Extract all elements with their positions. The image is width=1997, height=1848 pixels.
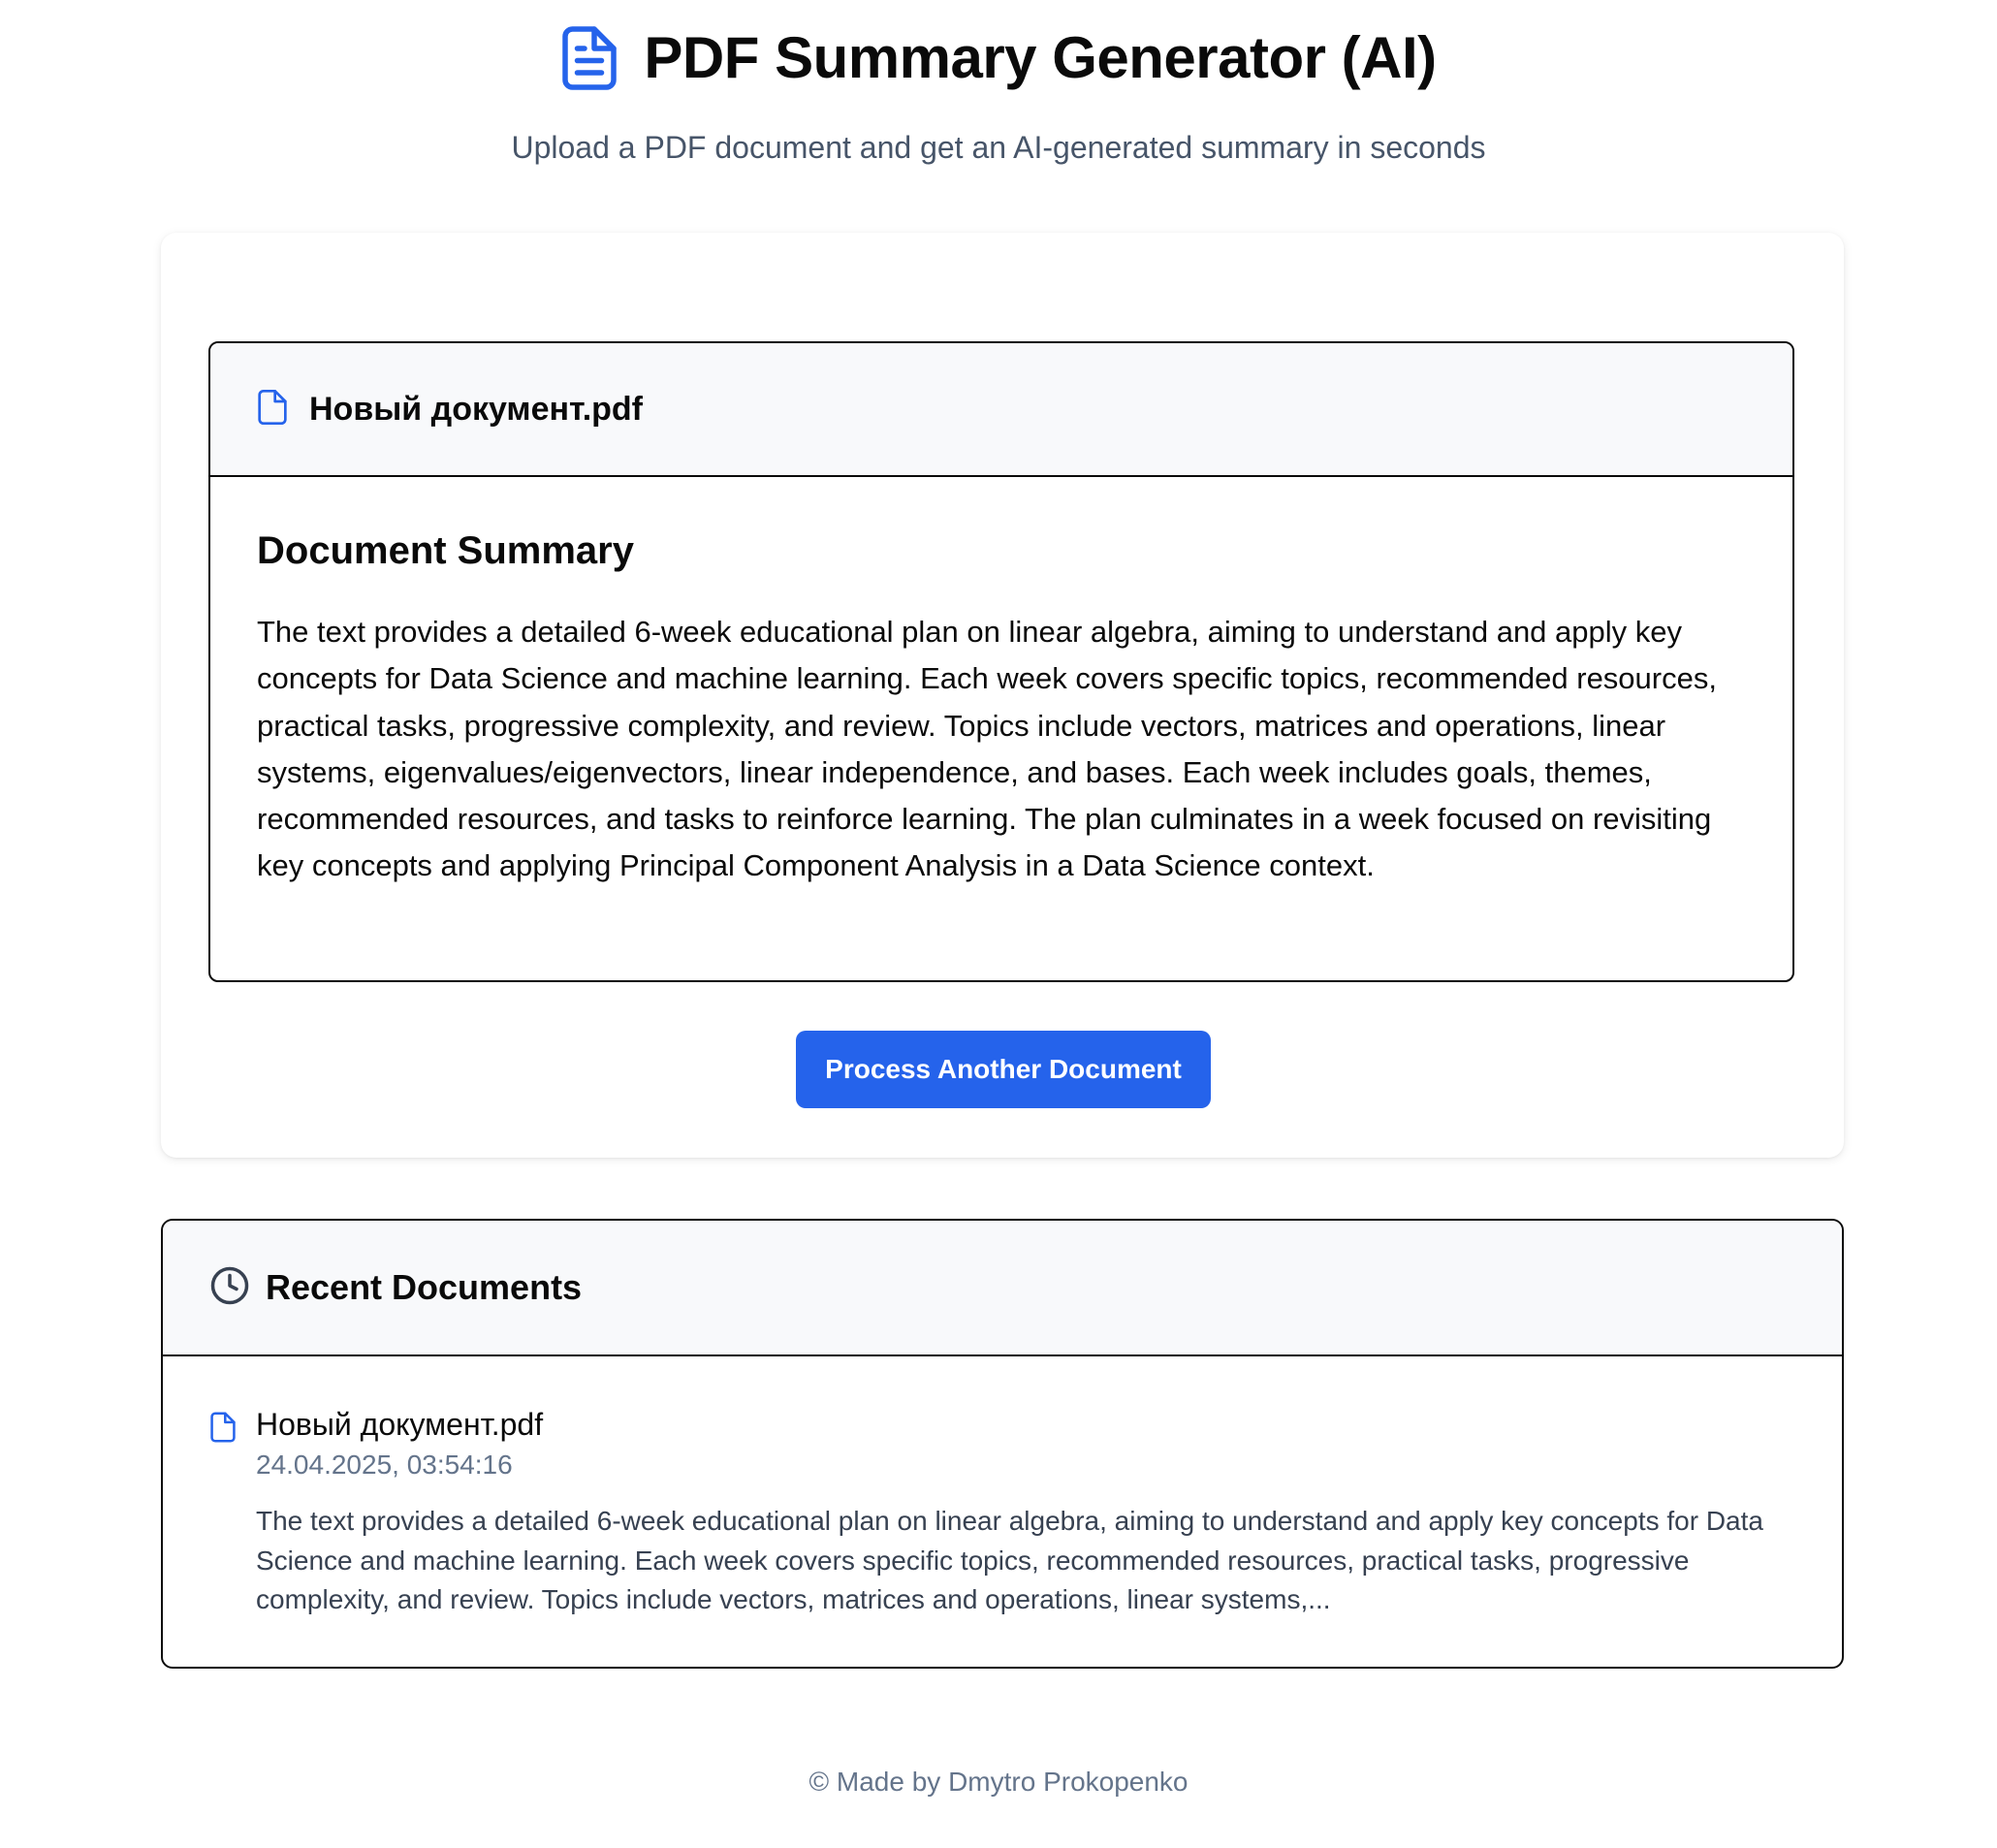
- app-header: PDF Summary Generator (AI): [0, 21, 1997, 95]
- footer-credit: © Made by Dmytro Prokopenko: [808, 1767, 1189, 1797]
- summary-body: Document Summary The text provides a det…: [210, 477, 1792, 890]
- summary-file-name: Новый документ.pdf: [309, 390, 644, 428]
- recent-documents-panel: Recent Documents Новый документ.pdf 24.0…: [161, 1219, 1844, 1669]
- summary-panel-header: Новый документ.pdf: [210, 343, 1792, 477]
- file-icon: [209, 1412, 237, 1448]
- summary-heading: Document Summary: [257, 529, 634, 572]
- result-card: Новый документ.pdf Document Summary The …: [161, 233, 1844, 1158]
- clock-icon: [209, 1265, 250, 1311]
- process-another-button[interactable]: Process Another Document: [796, 1031, 1211, 1108]
- recent-document-item[interactable]: Новый документ.pdf 24.04.2025, 03:54:16 …: [163, 1356, 1842, 1620]
- recent-item-date: 24.04.2025, 03:54:16: [256, 1450, 513, 1480]
- page-subtitle: Upload a PDF document and get an AI-gene…: [511, 130, 1486, 165]
- recent-item-snippet: The text provides a detailed 6-week educ…: [256, 1506, 1763, 1614]
- recent-documents-title: Recent Documents: [266, 1267, 583, 1307]
- file-icon: [257, 389, 288, 430]
- summary-panel: Новый документ.pdf Document Summary The …: [208, 341, 1794, 982]
- summary-text: The text provides a detailed 6-week educ…: [257, 615, 1717, 883]
- page: PDF Summary Generator (AI) Upload a PDF …: [0, 0, 1997, 1848]
- recent-item-name: Новый документ.pdf: [256, 1407, 544, 1442]
- file-text-icon: [560, 25, 618, 91]
- recent-documents-header: Recent Documents: [163, 1221, 1842, 1356]
- page-title: PDF Summary Generator (AI): [644, 25, 1437, 90]
